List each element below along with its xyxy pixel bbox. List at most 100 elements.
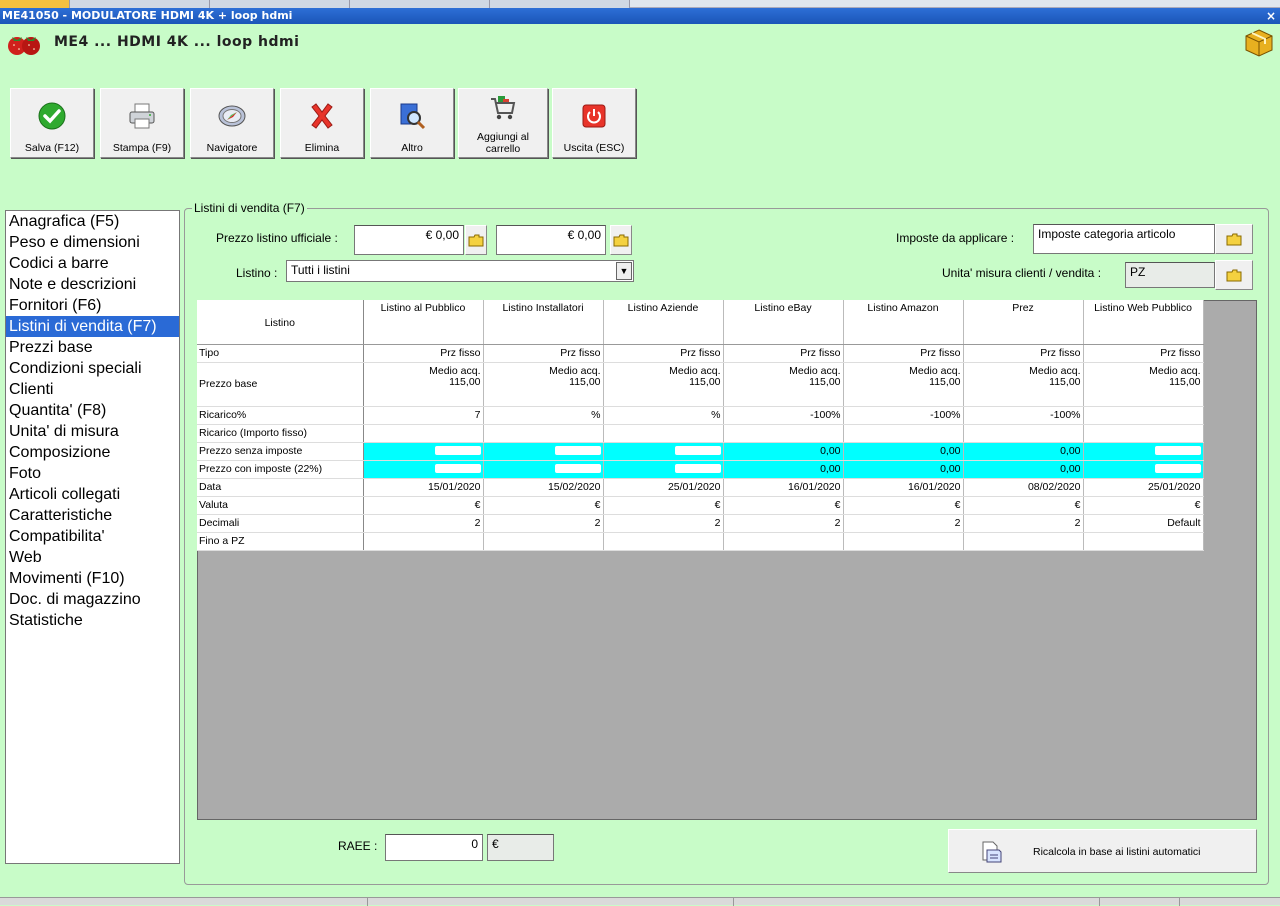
grid-cell[interactable]: Medio acq. 115,00 [363, 362, 484, 407]
grid-cell[interactable] [483, 424, 604, 443]
grid-cell[interactable]: 0,00 [843, 460, 964, 479]
grid-row-label[interactable]: Valuta [197, 496, 364, 515]
grid-cell[interactable]: 7 [363, 406, 484, 425]
sidebar-item[interactable]: Codici a barre [6, 253, 179, 274]
grid-cell[interactable] [603, 424, 724, 443]
sidebar-item[interactable]: Listini di vendita (F7) [6, 316, 179, 337]
grid-cell[interactable]: € [363, 496, 484, 515]
grid-cell[interactable] [363, 442, 484, 461]
grid-cell[interactable]: € [843, 496, 964, 515]
delete-button[interactable]: Elimina [280, 88, 364, 158]
grid-cell[interactable]: -100% [723, 406, 844, 425]
grid-cell[interactable] [843, 532, 964, 551]
grid-cell[interactable]: Medio acq. 115,00 [603, 362, 724, 407]
grid-cell[interactable]: 2 [723, 514, 844, 533]
grid-cell[interactable]: Medio acq. 115,00 [723, 362, 844, 407]
print-button[interactable]: Stampa (F9) [100, 88, 184, 158]
grid-column-header[interactable]: Listino al Pubblico [363, 300, 484, 345]
save-button[interactable]: Salva (F12) [10, 88, 94, 158]
sidebar-item[interactable]: Web [6, 547, 179, 568]
grid-cell[interactable] [843, 424, 964, 443]
sidebar-item[interactable]: Quantita' (F8) [6, 400, 179, 421]
grid-cell[interactable]: Prz fisso [603, 344, 724, 363]
tab-active[interactable] [0, 0, 70, 8]
grid-cell[interactable] [1083, 406, 1204, 425]
grid-row-label[interactable]: Data [197, 478, 364, 497]
grid-row-label[interactable]: Prezzo base [197, 362, 364, 407]
tab[interactable] [210, 0, 350, 8]
grid-cell[interactable] [603, 532, 724, 551]
grid-cell[interactable]: 25/01/2020 [1083, 478, 1204, 497]
other-button[interactable]: Altro [370, 88, 454, 158]
sidebar-item[interactable]: Articoli collegati [6, 484, 179, 505]
grid-cell[interactable] [723, 532, 844, 551]
grid-cell[interactable]: 25/01/2020 [603, 478, 724, 497]
add-to-cart-button[interactable]: Aggiungi al carrello [458, 88, 548, 158]
sidebar-item[interactable]: Doc. di magazzino [6, 589, 179, 610]
grid-cell[interactable]: 0,00 [963, 460, 1084, 479]
grid-cell[interactable]: 2 [483, 514, 604, 533]
grid-column-header[interactable]: Listino Installatori [483, 300, 604, 345]
grid-corner-header[interactable]: Listino [197, 300, 364, 345]
official-price-field-1[interactable]: € 0,00 [354, 225, 464, 255]
sidebar-item[interactable]: Condizioni speciali [6, 358, 179, 379]
grid-column-header[interactable]: Listino eBay [723, 300, 844, 345]
grid-cell[interactable]: Prz fisso [843, 344, 964, 363]
grid-cell[interactable]: 0,00 [843, 442, 964, 461]
close-icon[interactable]: × [1266, 8, 1276, 24]
sidebar-item[interactable]: Note e descrizioni [6, 274, 179, 295]
grid-cell[interactable]: 2 [843, 514, 964, 533]
tab[interactable] [350, 0, 490, 8]
sidebar-item[interactable]: Peso e dimensioni [6, 232, 179, 253]
grid-cell[interactable] [963, 424, 1084, 443]
grid-cell[interactable]: 2 [363, 514, 484, 533]
grid-cell[interactable] [363, 424, 484, 443]
grid-cell[interactable]: 16/01/2020 [723, 478, 844, 497]
sidebar-item[interactable]: Movimenti (F10) [6, 568, 179, 589]
grid-column-header[interactable]: Prez [963, 300, 1084, 345]
grid-cell[interactable]: 0,00 [723, 442, 844, 461]
grid-cell[interactable]: 15/01/2020 [363, 478, 484, 497]
sidebar-item[interactable]: Caratteristiche [6, 505, 179, 526]
official-price-1-button[interactable] [465, 225, 487, 255]
grid-cell[interactable]: € [1083, 496, 1204, 515]
grid-cell[interactable]: % [603, 406, 724, 425]
sidebar-item[interactable]: Clienti [6, 379, 179, 400]
grid-cell[interactable]: € [723, 496, 844, 515]
grid-cell[interactable]: Prz fisso [723, 344, 844, 363]
sidebar-item[interactable]: Statistiche [6, 610, 179, 631]
grid-cell[interactable]: 2 [603, 514, 724, 533]
grid-cell[interactable]: Medio acq. 115,00 [1083, 362, 1204, 407]
grid-cell[interactable]: € [963, 496, 1084, 515]
recalc-button[interactable]: Ricalcola in base ai listini automatici [948, 829, 1257, 873]
grid-cell[interactable]: 08/02/2020 [963, 478, 1084, 497]
grid-row-label[interactable]: Ricarico (Importo fisso) [197, 424, 364, 443]
grid-cell[interactable]: € [483, 496, 604, 515]
sidebar-item[interactable]: Fornitori (F6) [6, 295, 179, 316]
grid-cell[interactable]: -100% [843, 406, 964, 425]
sidebar-item[interactable]: Composizione [6, 442, 179, 463]
sidebar-item[interactable]: Unita' di misura [6, 421, 179, 442]
grid-row-label[interactable]: Tipo [197, 344, 364, 363]
grid-cell[interactable]: 15/02/2020 [483, 478, 604, 497]
grid-column-header[interactable]: Listino Aziende [603, 300, 724, 345]
unit-button[interactable] [1215, 260, 1253, 290]
grid-cell[interactable] [963, 532, 1084, 551]
grid-cell[interactable] [363, 532, 484, 551]
sidebar-item[interactable]: Anagrafica (F5) [6, 211, 179, 232]
grid-cell[interactable]: Prz fisso [483, 344, 604, 363]
navigator-button[interactable]: Navigatore [190, 88, 274, 158]
grid-cell[interactable]: Prz fisso [1083, 344, 1204, 363]
grid-cell[interactable] [363, 460, 484, 479]
sidebar-item[interactable]: Prezzi base [6, 337, 179, 358]
package-icon[interactable] [1244, 28, 1274, 58]
grid-cell[interactable]: Medio acq. 115,00 [963, 362, 1084, 407]
grid-cell[interactable] [603, 460, 724, 479]
taxes-button[interactable] [1215, 224, 1253, 254]
grid-row-label[interactable]: Prezzo senza imposte [197, 442, 364, 461]
grid-cell[interactable]: Prz fisso [363, 344, 484, 363]
tab[interactable] [70, 0, 210, 8]
grid-cell[interactable]: 0,00 [723, 460, 844, 479]
exit-button[interactable]: Uscita (ESC) [552, 88, 636, 158]
list-select[interactable]: Tutti i listini ▼ [286, 260, 634, 282]
